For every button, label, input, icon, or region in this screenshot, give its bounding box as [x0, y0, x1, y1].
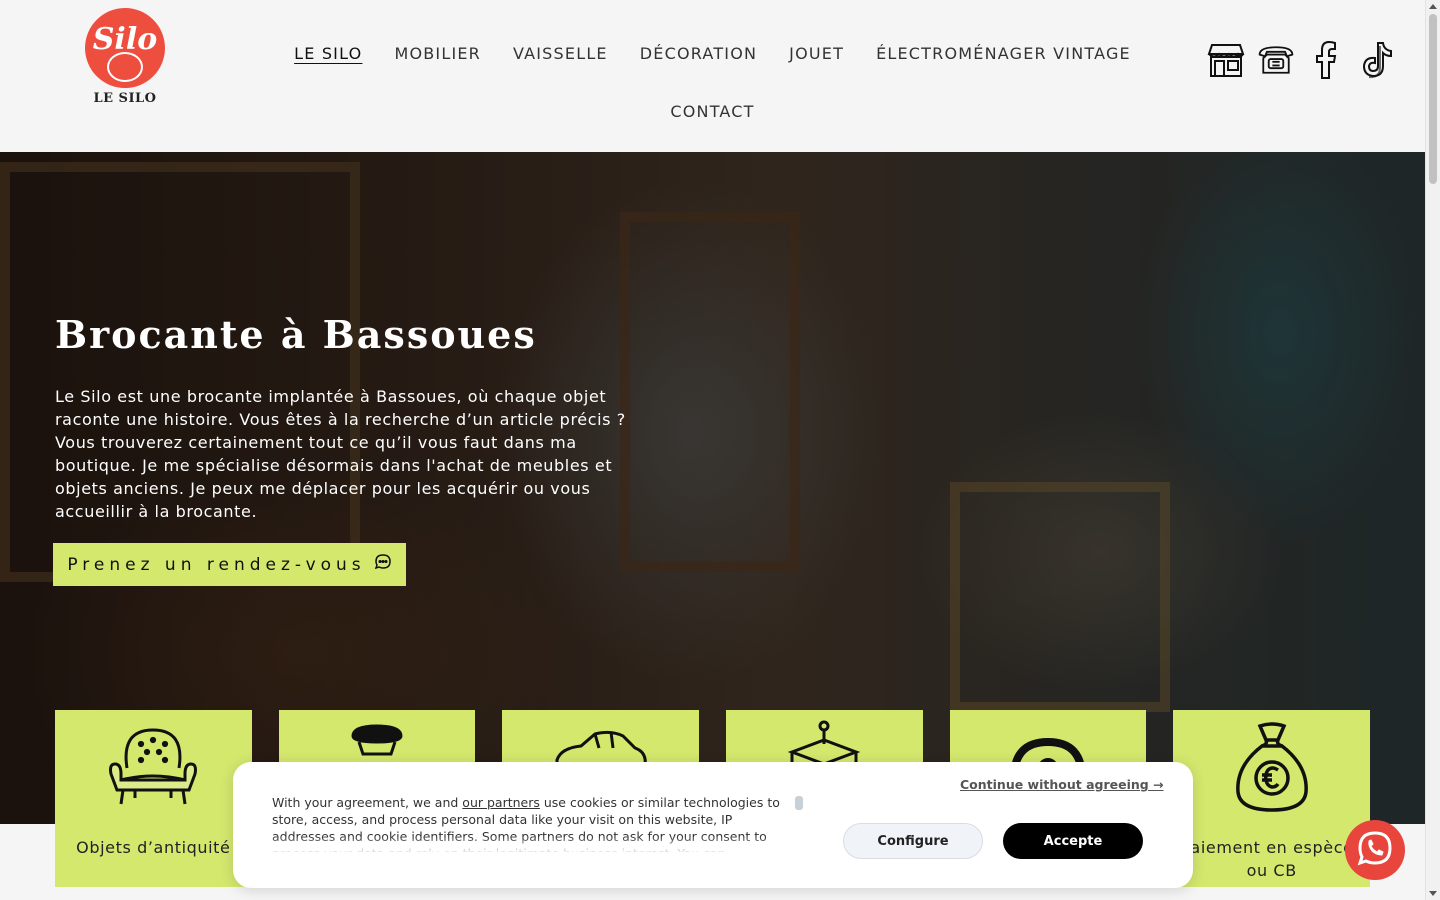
chat-bubble-icon [374, 553, 392, 576]
nav-item-jouet[interactable]: JOUET [773, 40, 860, 67]
feature-card-label: Paiement en espèces ou CB [1180, 838, 1363, 880]
armchair-icon [55, 720, 252, 812]
hero-content: Brocante à Bassoues Le Silo est une broc… [53, 312, 655, 586]
scroll-down-arrow[interactable] [1429, 891, 1437, 896]
nav-item-vaisselle[interactable]: VAISSELLE [497, 40, 624, 67]
cookie-consent-banner: With your agreement, we and our partners… [233, 762, 1193, 888]
feature-card-antiquites: Objets d’antiquité [55, 710, 252, 887]
configure-button[interactable]: Configure [843, 823, 983, 859]
page-scrollbar[interactable] [1425, 0, 1440, 900]
money-bag-icon [1173, 720, 1370, 816]
feature-card-payment: Paiement en espèces ou CB [1173, 710, 1371, 887]
nav-item-electromenager[interactable]: ÉLECTROMÉNAGER VINTAGE [860, 40, 1147, 67]
facebook-icon[interactable] [1306, 40, 1346, 80]
appointment-button-label: Prenez un rendez-vous [67, 554, 366, 575]
logo-name: LE SILO [93, 91, 157, 106]
social-links [1206, 40, 1396, 80]
scroll-up-arrow[interactable] [1429, 4, 1437, 9]
whatsapp-button[interactable] [1345, 820, 1405, 880]
nav-item-mobilier[interactable]: MOBILIER [378, 40, 497, 67]
continue-without-agreeing-link[interactable]: Continue without agreeing → [960, 777, 1164, 792]
logo-emblem: Silo [85, 8, 165, 88]
site-header: Silo LE SILO LE SILO MOBILIER VAISSELLE … [0, 0, 1425, 152]
nav-item-le-silo[interactable]: LE SILO [278, 40, 378, 67]
hero-description: Le Silo est une brocante implantée à Bas… [55, 387, 626, 521]
nav-item-decoration[interactable]: DÉCORATION [624, 40, 773, 67]
main-nav: LE SILO MOBILIER VAISSELLE DÉCORATION JO… [270, 40, 1155, 125]
nav-row-2: CONTACT [270, 98, 1155, 125]
cookie-text-scrollbar[interactable] [795, 796, 803, 810]
feature-card-label: Objets d’antiquité [76, 838, 231, 857]
site-logo[interactable]: Silo LE SILO [84, 8, 166, 106]
hero-title: Brocante à Bassoues [55, 312, 537, 357]
scroll-thumb[interactable] [1429, 14, 1437, 184]
partners-link[interactable]: our partners [462, 795, 540, 810]
whatsapp-icon [1357, 830, 1393, 870]
nav-row-1: LE SILO MOBILIER VAISSELLE DÉCORATION JO… [270, 40, 1155, 67]
telephone-icon[interactable] [1256, 40, 1296, 80]
nav-item-contact[interactable]: CONTACT [654, 98, 770, 125]
accept-button[interactable]: Accepte [1003, 823, 1143, 859]
tiktok-icon[interactable] [1356, 40, 1396, 80]
shop-icon[interactable] [1206, 40, 1246, 80]
appointment-button[interactable]: Prenez un rendez-vous [53, 543, 406, 586]
